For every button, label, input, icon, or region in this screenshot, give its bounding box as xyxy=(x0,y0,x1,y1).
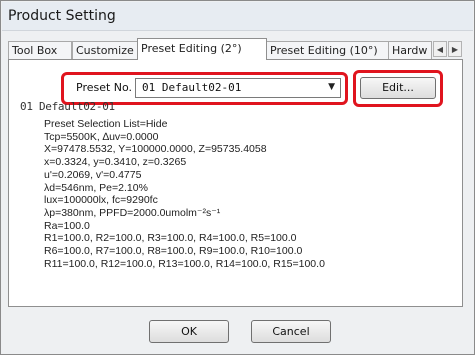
info-line: R1=100.0, R2=100.0, R3=100.0, R4=100.0, … xyxy=(44,232,297,245)
info-line: Preset Selection List=Hide xyxy=(44,118,168,130)
tab-preset-editing-2[interactable]: Preset Editing (2°) xyxy=(137,38,267,60)
info-line: Ra=100.0 xyxy=(44,219,90,232)
tab-tool-box[interactable]: Tool Box xyxy=(8,41,72,59)
info-line: λd=546nm, Pe=2.10% xyxy=(44,181,148,194)
info-line: X=97478.5532, Y=100000.0000, Z=95735.405… xyxy=(44,143,267,156)
title-bar: Product Setting xyxy=(2,2,473,31)
preset-info-block: Preset Selection List=Hide Tcp=5500K, ∆u… xyxy=(44,118,325,270)
ok-button[interactable]: OK xyxy=(149,320,229,343)
tab-customize[interactable]: Customize xyxy=(72,41,138,59)
info-line: u'=0.2069, v'=0.4775 xyxy=(44,168,142,181)
tab-preset-editing-10[interactable]: Preset Editing (10°) xyxy=(266,41,389,59)
edit-highlight-box xyxy=(353,70,443,107)
tab-scroll-right-icon[interactable]: ▶ xyxy=(448,41,462,57)
tab-scroll-left-icon[interactable]: ◀ xyxy=(433,41,447,57)
tab-hardware[interactable]: Hardw xyxy=(388,41,432,59)
info-line: λp=380nm, PPFD=2000.0umolm⁻²s⁻¹ xyxy=(44,206,221,219)
info-line: R6=100.0, R7=100.0, R8=100.0, R9=100.0, … xyxy=(44,245,303,258)
current-preset-heading: 01 Default02-01 xyxy=(20,100,115,113)
window-title: Product Setting xyxy=(8,8,116,24)
info-line: R11=100.0, R12=100.0, R13=100.0, R14=100… xyxy=(44,257,325,270)
info-line: x=0.3324, y=0.3410, z=0.3265 xyxy=(44,156,187,169)
info-line: Tcp=5500K, ∆uv=0.0000 xyxy=(44,130,159,143)
tab-row: Tool Box Customize Preset Editing (2°) P… xyxy=(8,38,464,60)
info-line: lux=100000lx, fc=9290fc xyxy=(44,194,158,207)
cancel-button[interactable]: Cancel xyxy=(251,320,331,343)
